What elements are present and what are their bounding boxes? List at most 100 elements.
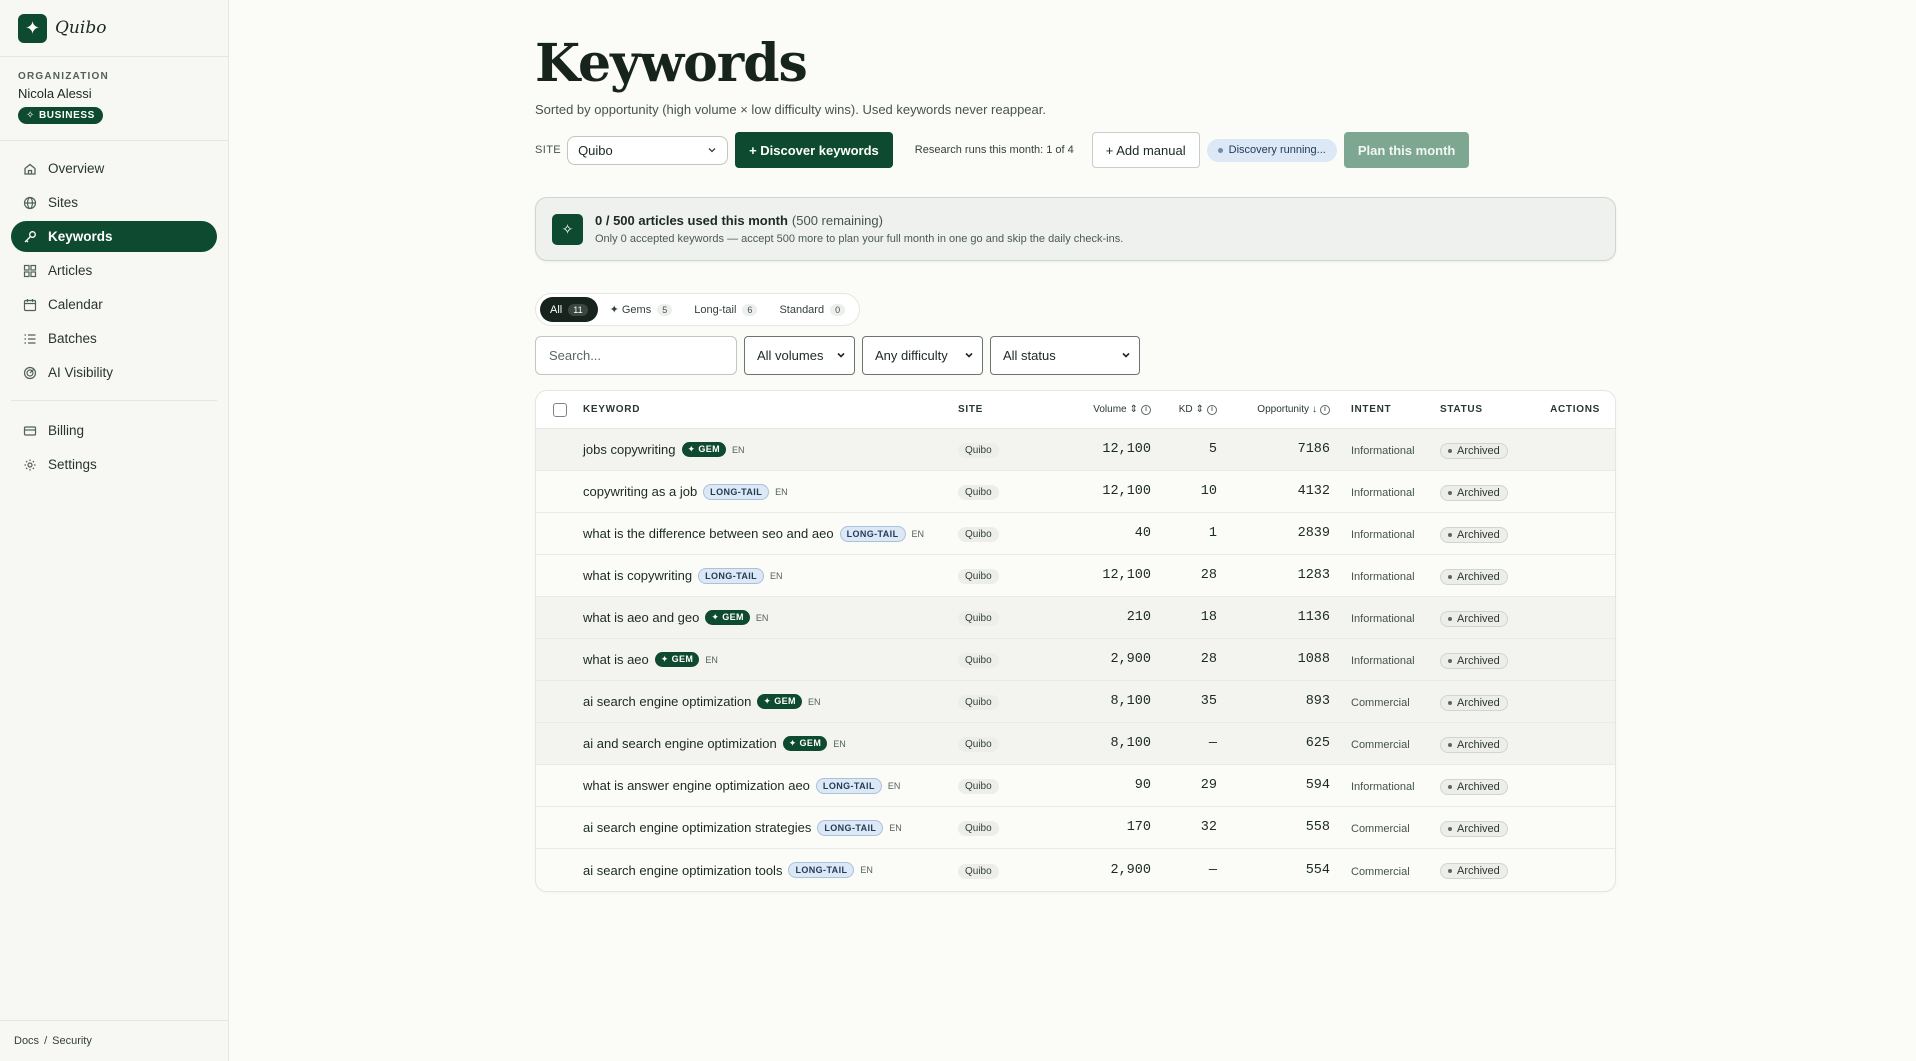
sidebar-item-overview[interactable]: Overview: [11, 153, 217, 184]
site-select[interactable]: Quibo: [567, 135, 729, 165]
add-manual-button[interactable]: + Add manual: [1091, 132, 1200, 168]
sidebar-item-settings[interactable]: Settings: [11, 449, 217, 480]
organization-block[interactable]: ORGANIZATION Nicola Alessi ✧ BUSINESS: [0, 57, 228, 141]
sidebar-item-keywords[interactable]: Keywords: [11, 221, 217, 252]
table-row[interactable]: what is aeo ✦ GEM EN Quibo 2,900 28 1088 Inform…: [536, 639, 1615, 681]
volume-value: 210: [1126, 610, 1151, 625]
opportunity-value: 554: [1305, 862, 1330, 878]
info-icon[interactable]: i: [1320, 404, 1330, 415]
sort-both-icon: ⇕: [1129, 404, 1138, 415]
language-label: EN: [775, 486, 788, 497]
sidebar-item-sites[interactable]: Sites: [11, 187, 217, 218]
status-badge: Archived: [1440, 820, 1508, 837]
language-label: EN: [755, 612, 769, 623]
language-label: EN: [887, 780, 901, 791]
segment-long-tail[interactable]: Long-tail 6: [684, 297, 767, 322]
volume-filter-select[interactable]: All volumes: [744, 336, 855, 375]
sidebar-item-articles[interactable]: Articles: [11, 255, 217, 286]
intent-value: Informational: [1351, 613, 1415, 625]
sidebar-item-calendar[interactable]: Calendar: [11, 289, 217, 320]
keyword-text: ai search engine optimization: [583, 694, 752, 709]
segment-count: 0: [830, 303, 846, 316]
table-row[interactable]: ai and search engine optimization ✦ GEM EN…: [536, 723, 1615, 765]
info-icon[interactable]: i: [1207, 404, 1217, 415]
select-all-checkbox[interactable]: [552, 402, 567, 417]
status-label: Archived: [1457, 865, 1500, 877]
sidebar-item-label: Keywords: [48, 229, 113, 244]
site-pill: Quibo: [958, 779, 999, 794]
chevron-down-icon: [836, 348, 846, 363]
table-row[interactable]: what is copywriting LONG-TAIL EN Quibo 12,10…: [536, 555, 1615, 597]
segment-all[interactable]: All 11: [540, 297, 598, 322]
brand-name: Quibo: [55, 18, 107, 38]
table-row[interactable]: what is answer engine optimization aeo LO…: [536, 765, 1615, 807]
header-volume[interactable]: Volume ⇕ i: [1053, 404, 1151, 415]
sidebar-item-label: Batches: [48, 331, 97, 346]
language-label: EN: [860, 865, 873, 875]
segment-count: 11: [568, 303, 588, 316]
sparkle-icon: ✧: [26, 110, 35, 121]
table-row[interactable]: copywriting as a job LONG-TAIL EN Quibo 12,1…: [536, 471, 1615, 513]
calendar-icon: [23, 298, 37, 312]
table-row[interactable]: jobs copywriting ✦ GEM EN Quibo 12,100 5 7186 I…: [536, 429, 1615, 471]
kd-value: —: [1208, 736, 1217, 751]
keyword-type-segments: All 11 ✦ Gems 5 Long-tail 6 Standard 0: [535, 293, 861, 326]
volume-value: 2,900: [1110, 652, 1151, 667]
keyword-text: ai search engine optimization strategies: [583, 820, 812, 835]
keyword-text: what is aeo: [583, 652, 649, 667]
security-link[interactable]: Security: [52, 1035, 92, 1047]
difficulty-filter-select[interactable]: Any difficulty: [862, 336, 983, 375]
header-kd[interactable]: KD ⇕ i: [1151, 404, 1217, 415]
table-row[interactable]: ai search engine optimization ✦ GEM EN Quib…: [536, 681, 1615, 723]
volume-value: 2,900: [1110, 862, 1151, 878]
site-pill: Quibo: [958, 485, 999, 500]
status-filter-select[interactable]: All status: [990, 336, 1140, 375]
status-label: Archived: [1457, 444, 1500, 457]
site-pill: Quibo: [958, 611, 999, 626]
chevron-down-icon: [707, 143, 717, 158]
segment-gems[interactable]: ✦ Gems 5: [600, 297, 683, 322]
brand[interactable]: ✦ Quibo: [0, 0, 228, 57]
table-row[interactable]: ai search engine optimization tools LONG-…: [536, 849, 1615, 891]
status-badge: Archived: [1440, 610, 1508, 627]
language-label: EN: [732, 444, 745, 455]
header-site: SITE: [958, 404, 984, 415]
table-row[interactable]: what is aeo and geo ✦ GEM EN Quibo 210 18 1136…: [536, 597, 1615, 639]
globe-icon: [23, 196, 37, 210]
site-pill: Quibo: [958, 653, 999, 668]
language-label: EN: [833, 738, 846, 749]
opportunity-value: 4132: [1297, 484, 1330, 499]
status-label: Archived: [1457, 528, 1500, 541]
status-badge: Archived: [1440, 652, 1508, 669]
docs-link[interactable]: Docs: [14, 1035, 39, 1047]
opportunity-value: 1088: [1297, 652, 1330, 667]
sidebar-item-billing[interactable]: Billing: [11, 415, 217, 446]
toolbar: SITE Quibo + Discover keywords Research …: [535, 132, 1616, 168]
page-subtitle: Sorted by opportunity (high volume × low…: [535, 102, 1046, 117]
search-input[interactable]: [535, 336, 737, 375]
info-icon[interactable]: i: [1141, 404, 1151, 415]
segment-standard[interactable]: Standard 0: [769, 297, 855, 322]
long-tail-badge: LONG-TAIL: [788, 862, 855, 878]
list-icon: [23, 332, 37, 346]
site-select-value: Quibo: [578, 142, 613, 158]
sidebar-footer: Docs / Security: [0, 1020, 229, 1061]
long-tail-badge: LONG-TAIL: [698, 567, 765, 584]
radar-icon: [23, 366, 37, 380]
site-label: SITE: [535, 144, 562, 156]
plan-this-month-button[interactable]: Plan this month: [1343, 132, 1470, 168]
gem-badge: ✦ GEM: [654, 652, 700, 667]
sort-both-icon: ⇕: [1195, 404, 1204, 415]
table-row[interactable]: what is the difference between seo and a…: [536, 513, 1615, 555]
discovery-running-label: Discovery running...: [1228, 144, 1326, 156]
gem-badge: ✦ GEM: [681, 442, 727, 457]
language-label: EN: [705, 654, 718, 665]
table-row[interactable]: ai search engine optimization strategies…: [536, 807, 1615, 849]
header-actions: ACTIONS: [1550, 404, 1600, 415]
intent-value: Informational: [1351, 529, 1415, 541]
status-dot-icon: [1448, 448, 1452, 453]
header-opportunity[interactable]: Opportunity ↓ i: [1217, 404, 1330, 415]
sidebar-item-ai-visibility[interactable]: AI Visibility: [11, 357, 217, 388]
sidebar-item-batches[interactable]: Batches: [11, 323, 217, 354]
discover-keywords-button[interactable]: + Discover keywords: [735, 132, 893, 168]
